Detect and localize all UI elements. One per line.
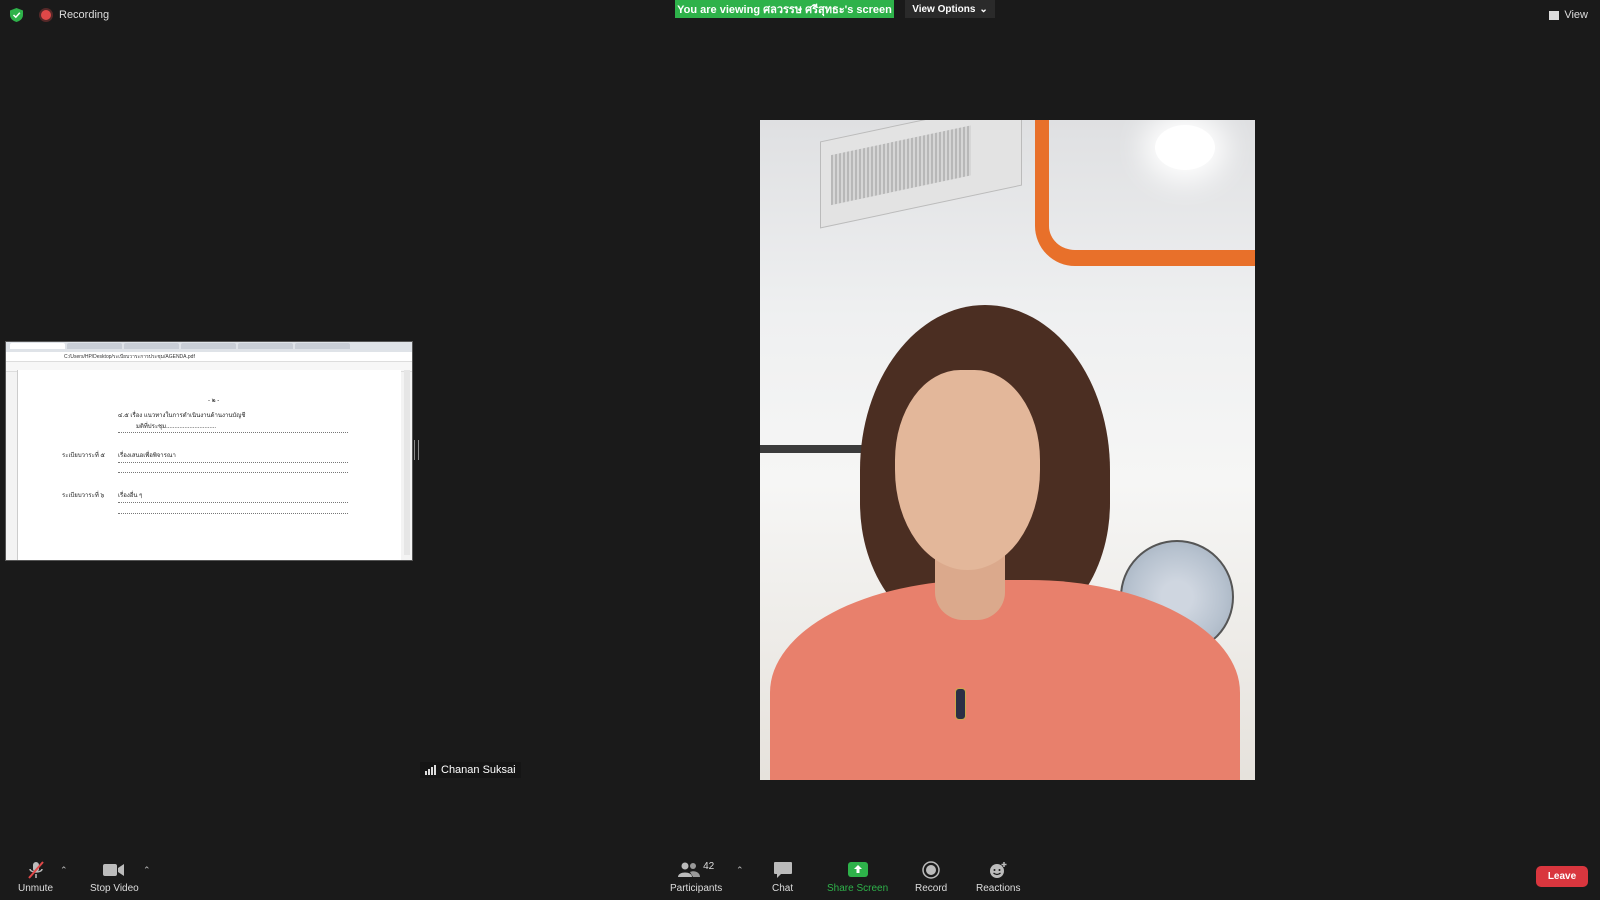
unmute-label: Unmute [18, 883, 54, 894]
signal-bar [434, 765, 436, 775]
stop-video-button[interactable]: Stop Video [90, 861, 139, 894]
dotted-line [118, 513, 348, 514]
recording-icon [41, 10, 51, 20]
agenda-item-4-5-resolution: มติที่ประชุม............................… [136, 424, 217, 430]
page-number: - ๒ - [208, 398, 220, 404]
participants-options-caret-icon[interactable]: ⌃ [736, 865, 744, 876]
chevron-down-icon: ⌄ [979, 3, 988, 15]
browser-tab-strip [6, 342, 412, 352]
browser-address-bar: C:/Users/HP/Desktop/ระเบียบวาระการประชุม… [6, 352, 412, 362]
pdf-page: - ๒ - ๔.๕ เรื่อง แนวทางในการดำเนินงานด้า… [17, 370, 401, 560]
leave-button[interactable]: Leave [1536, 866, 1588, 887]
person-shirt-shape [770, 580, 1240, 780]
stop-video-label: Stop Video [90, 883, 139, 894]
grid-view-icon [1549, 10, 1560, 20]
share-screen-label: Share Screen [827, 883, 889, 894]
chat-button[interactable]: Chat [772, 861, 793, 894]
signal-strength-icon [425, 765, 436, 775]
reactions-label: Reactions [976, 883, 1021, 894]
participants-count: 42 [703, 860, 715, 872]
view-label: View [1564, 9, 1588, 21]
necklace-pendant-shape [955, 688, 966, 720]
audio-options-caret-icon[interactable]: ⌃ [60, 865, 68, 876]
viewing-screen-banner: You are viewing ศลวรรษ ศรีสุทธะ's screen [675, 0, 894, 18]
ac-grille [831, 125, 971, 206]
agenda-5-text: เรื่องเสนอเพื่อพิจารณา [118, 453, 176, 459]
browser-tab [67, 343, 122, 349]
dotted-line [118, 462, 348, 463]
muted-microphone-icon [26, 861, 46, 879]
video-camera-icon [103, 861, 125, 879]
chat-bubble-icon [773, 861, 793, 879]
record-button[interactable]: Record [915, 861, 947, 894]
view-options-button[interactable]: View Options ⌄ [905, 0, 995, 18]
agenda-5-label: ระเบียบวาระที่ ๕ [62, 453, 105, 459]
ceiling-lamp-shape [1155, 125, 1215, 170]
view-options-label: View Options [912, 3, 976, 15]
person-face-shape [895, 370, 1040, 570]
dotted-line [118, 472, 348, 473]
participants-button[interactable]: 42 Participants [670, 861, 723, 895]
agenda-6-text: เรื่องอื่น ๆ [118, 493, 143, 499]
browser-tab [238, 343, 293, 349]
air-conditioner-shape [820, 120, 1022, 229]
recording-label: Recording [59, 9, 110, 21]
browser-tab [10, 343, 65, 349]
participants-label: Participants [670, 883, 723, 894]
participant-video-tile[interactable] [760, 120, 1255, 780]
signal-bar [428, 769, 430, 775]
status-area: Recording [10, 8, 109, 22]
dotted-line [118, 432, 348, 433]
participant-name: Chanan Suksai [441, 764, 516, 776]
video-options-caret-icon[interactable]: ⌃ [143, 865, 151, 876]
panel-splitter-handle[interactable] [414, 440, 419, 460]
browser-tab [124, 343, 179, 349]
smiley-plus-icon [988, 861, 1008, 879]
browser-tab [295, 343, 350, 349]
shared-screen-content[interactable]: C:/Users/HP/Desktop/ระเบียบวาระการประชุม… [5, 341, 413, 561]
view-button[interactable]: View [1549, 9, 1588, 21]
share-screen-icon [847, 861, 869, 879]
unmute-button[interactable]: Unmute [18, 861, 53, 894]
agenda-item-4-5: ๔.๕ เรื่อง แนวทางในการดำเนินงานด้านงานบั… [118, 413, 246, 419]
shield-icon[interactable] [10, 8, 23, 22]
record-label: Record [915, 883, 948, 894]
dotted-line [118, 502, 348, 503]
browser-tab [181, 343, 236, 349]
signal-bar [425, 771, 427, 775]
meeting-toolbar: Unmute ⌃ Stop Video ⌃ 42 Participants ⌃ … [0, 840, 1600, 900]
record-icon [922, 861, 940, 879]
participants-icon: 42 [678, 861, 714, 879]
browser-url: C:/Users/HP/Desktop/ระเบียบวาระการประชุม… [64, 353, 195, 360]
share-screen-button[interactable]: Share Screen [827, 861, 888, 894]
reactions-button[interactable]: Reactions [976, 861, 1020, 894]
pdf-scrollbar[interactable] [404, 370, 410, 555]
agenda-6-label: ระเบียบวาระที่ ๖ [62, 493, 105, 499]
chat-label: Chat [772, 883, 794, 894]
zoom-meeting-window: Recording You are viewing ศลวรรษ ศรีสุทธ… [0, 0, 1600, 900]
signal-bar [431, 767, 433, 775]
participant-name-tag: Chanan Suksai [420, 762, 521, 778]
ceiling-trim-shape [1035, 120, 1255, 266]
